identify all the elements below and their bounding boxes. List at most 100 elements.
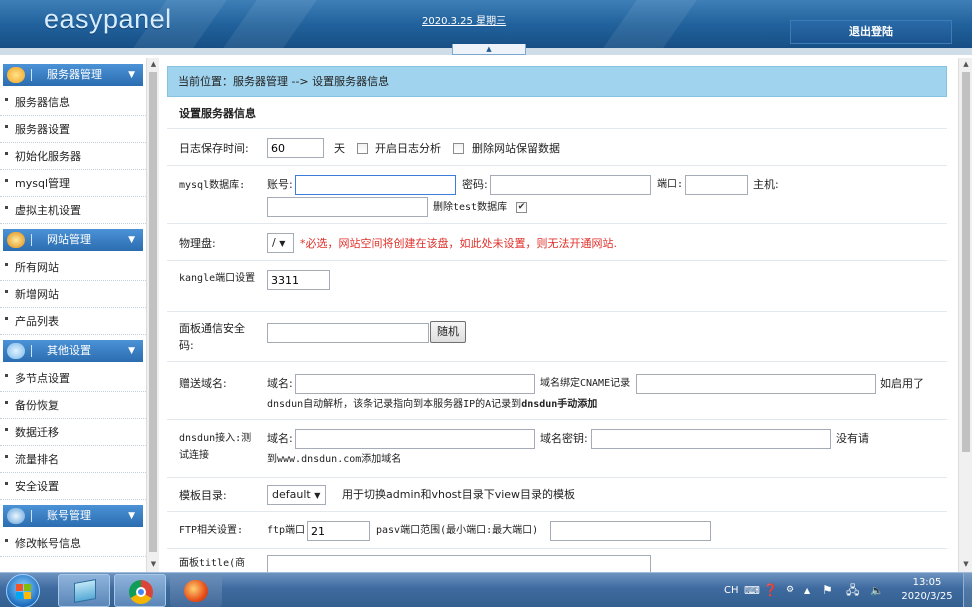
disk-select[interactable]: / ▼ xyxy=(267,233,294,253)
template-label: 模板目录: xyxy=(179,489,227,502)
row-panel-title: 面板title(商 xyxy=(167,550,947,572)
panel-security-input[interactable] xyxy=(267,323,429,343)
sidebar-item-all-sites[interactable]: 所有网站 xyxy=(0,254,146,281)
sidebar-item-traffic-rank[interactable]: 流量排名 xyxy=(0,446,146,473)
sidebar-scrollbar[interactable]: ▲ ▼ xyxy=(146,58,159,572)
main-scrollbar[interactable]: ▲ ▼ xyxy=(958,58,972,572)
separator xyxy=(31,345,32,357)
language-indicator[interactable]: CH xyxy=(724,573,739,607)
start-button[interactable] xyxy=(6,574,40,607)
sidebar-section-account[interactable]: 账号管理 ▼ xyxy=(3,505,143,527)
website-section-icon xyxy=(7,232,25,248)
delete-site-keep-checkbox[interactable] xyxy=(453,143,464,154)
breadcrumb: 当前位置：服务器管理 --> 设置服务器信息 xyxy=(167,66,947,97)
mysql-port-input[interactable] xyxy=(685,175,748,195)
row-mysql: mysql数据库: 账号: 密码: 端口: 主机: 删除test数据库 ✔ xyxy=(167,167,947,224)
log-days-input[interactable] xyxy=(267,138,324,158)
section-title: 其他设置 xyxy=(47,344,91,357)
sidebar-item-migration[interactable]: 数据迁移 xyxy=(0,419,146,446)
scroll-thumb[interactable] xyxy=(149,72,157,552)
mysql-host-input[interactable] xyxy=(267,197,428,217)
scroll-down-icon[interactable]: ▼ xyxy=(959,560,972,568)
sidebar-item-edit-account[interactable]: 修改帐号信息 xyxy=(0,530,146,557)
server-section-icon xyxy=(7,67,25,83)
header-decoration xyxy=(603,0,697,48)
panel-title-input[interactable] xyxy=(267,555,651,572)
sidebar-item-multinode[interactable]: 多节点设置 xyxy=(0,365,146,392)
disk-label: 物理盘: xyxy=(179,237,216,250)
date-display: 2020.3.25 星期三 xyxy=(422,16,507,27)
kangle-port-input[interactable] xyxy=(267,270,330,290)
section-title: 账号管理 xyxy=(47,509,91,522)
dnsdun-key-label: 域名密钥: xyxy=(540,432,588,445)
volume-icon[interactable]: 🔈 xyxy=(870,573,884,607)
dnsdun-domain-input[interactable] xyxy=(295,429,535,449)
header-decoration xyxy=(223,0,317,48)
days-unit: 天 xyxy=(334,142,345,155)
mysql-host-label: 主机: xyxy=(753,178,779,191)
sidebar-item-mysql[interactable]: mysql管理 xyxy=(0,170,146,197)
collapse-header-button[interactable]: ▲ xyxy=(452,44,526,55)
row-log-retention: 日志保存时间: 天 开启日志分析 删除网站保留数据 xyxy=(167,130,947,166)
gift-domain-suffix: 如启用了 xyxy=(880,377,924,390)
pasv-range-input[interactable] xyxy=(550,521,711,541)
sidebar-item-security[interactable]: 安全设置 xyxy=(0,473,146,500)
sidebar-item-server-settings[interactable]: 服务器设置 xyxy=(0,116,146,143)
dnsdun-key-input[interactable] xyxy=(591,429,831,449)
sidebar-section-server[interactable]: 服务器管理 ▼ xyxy=(3,64,143,86)
kangle-port-label: kangle端口设置 xyxy=(179,273,256,284)
random-button[interactable]: 随机 xyxy=(430,321,466,343)
keyboard-icon[interactable]: ⌨ xyxy=(744,573,760,607)
scroll-down-icon[interactable]: ▼ xyxy=(147,560,160,568)
gift-domain-input[interactable] xyxy=(295,374,535,394)
chrome-icon xyxy=(129,580,153,604)
settings-small-icon[interactable]: ⚙ xyxy=(786,573,794,607)
mysql-account-input[interactable] xyxy=(295,175,456,195)
system-clock[interactable]: 13:05 2020/3/25 xyxy=(892,576,962,604)
sidebar-section-sites[interactable]: 网站管理 ▼ xyxy=(3,229,143,251)
windows-logo-icon xyxy=(16,584,32,600)
clock-date: 2020/3/25 xyxy=(901,591,953,602)
scroll-up-icon[interactable]: ▲ xyxy=(147,60,160,68)
help-icon[interactable]: ❓ xyxy=(763,573,778,607)
sidebar-section-other[interactable]: 其他设置 ▼ xyxy=(3,340,143,362)
mysql-account-label: 账号: xyxy=(267,178,293,191)
delete-test-db-label: 删除test数据库 xyxy=(433,202,508,213)
dnsdun-domain-label: 域名: xyxy=(267,432,293,445)
delete-test-db-checkbox[interactable]: ✔ xyxy=(516,202,527,213)
clock-time: 13:05 xyxy=(912,577,942,588)
taskbar-explorer-button[interactable] xyxy=(58,574,110,607)
dnsdun-label: dnsdun接入:测试连接 xyxy=(179,433,252,461)
gift-domain-note: dnsdun自动解析，该条记录指向到本服务器IP的A记录到dnsdun手动添加 xyxy=(267,395,597,415)
template-selected-value: default xyxy=(272,488,311,501)
enable-log-analysis-checkbox[interactable] xyxy=(357,143,368,154)
row-dnsdun: dnsdun接入:测试连接 域名: 域名密钥: 没有请 到www.dnsdun.… xyxy=(167,421,947,478)
row-kangle-port: kangle端口设置 xyxy=(167,262,947,312)
ftp-port-input[interactable] xyxy=(307,521,370,541)
separator xyxy=(31,69,32,81)
gift-domain-label: 赠送域名: xyxy=(179,377,227,390)
sidebar-item-new-site[interactable]: 新增网站 xyxy=(0,281,146,308)
show-hidden-icons[interactable]: ▲ xyxy=(804,573,810,607)
scroll-up-icon[interactable]: ▲ xyxy=(959,60,972,68)
sidebar-item-products[interactable]: 产品列表 xyxy=(0,308,146,335)
sidebar-item-init-server[interactable]: 初始化服务器 xyxy=(0,143,146,170)
sidebar-item-backup[interactable]: 备份恢复 xyxy=(0,392,146,419)
panel-security-label: 面板通信安全码: xyxy=(179,322,245,352)
network-icon[interactable]: 🖧 xyxy=(846,573,859,607)
taskbar-app-button[interactable] xyxy=(170,574,222,607)
show-desktop-button[interactable] xyxy=(963,573,972,607)
sidebar-item-server-info[interactable]: 服务器信息 xyxy=(0,89,146,116)
action-center-icon[interactable]: ⚑ xyxy=(822,573,833,607)
gift-domain-name-label: 域名: xyxy=(267,377,293,390)
mysql-label: mysql数据库: xyxy=(179,180,246,191)
cname-label: 域名绑定CNAME记录 xyxy=(540,378,631,389)
scroll-thumb[interactable] xyxy=(962,72,970,452)
sidebar-item-vhost-settings[interactable]: 虚拟主机设置 xyxy=(0,197,146,224)
template-select[interactable]: default ▼ xyxy=(267,485,326,505)
logout-button[interactable]: 退出登陆 xyxy=(790,20,952,44)
cname-input[interactable] xyxy=(636,374,876,394)
mysql-port-label: 端口: xyxy=(657,179,684,190)
taskbar-chrome-button[interactable] xyxy=(114,574,166,607)
mysql-password-input[interactable] xyxy=(490,175,651,195)
